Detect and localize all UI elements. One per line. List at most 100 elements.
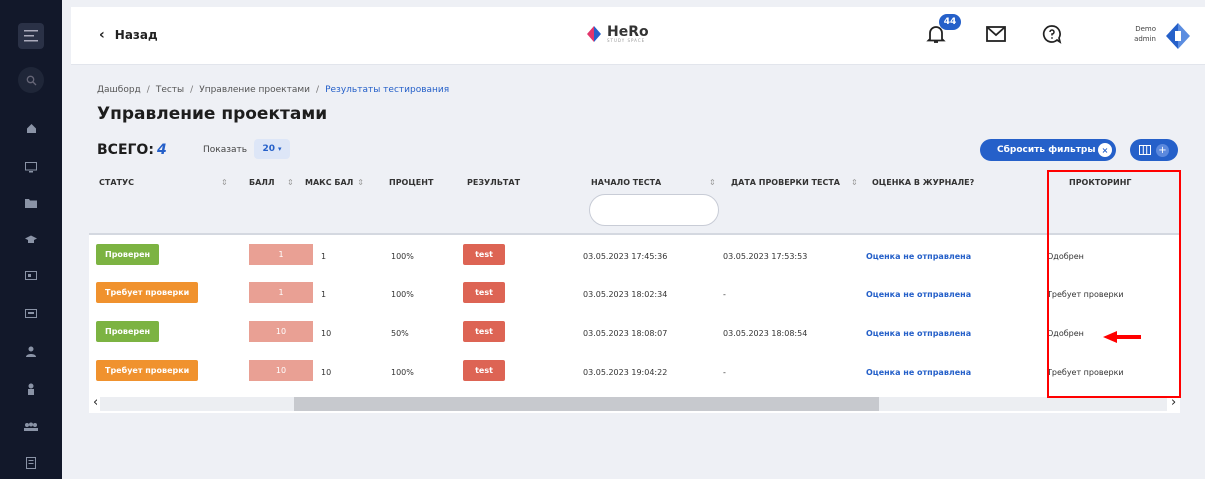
score-value: 10 bbox=[249, 321, 313, 342]
status-badge: Проверен bbox=[96, 321, 160, 342]
columns-button[interactable]: + bbox=[1130, 139, 1178, 161]
notification-badge: 44 bbox=[939, 14, 961, 30]
back-label: Назад bbox=[114, 28, 158, 42]
journal-link[interactable]: Оценка не отправлена bbox=[866, 290, 971, 299]
column-header-checked[interactable]: ДАТА ПРОВЕРКИ ТЕСТА bbox=[731, 178, 840, 187]
checked-time: 03.05.2023 18:08:54 bbox=[723, 329, 808, 338]
columns-icon bbox=[1139, 145, 1151, 155]
table-row: Требует проверки 10 10 100% test 03.05.2… bbox=[89, 354, 1180, 394]
reset-filters-button[interactable]: Сбросить фильтры × bbox=[980, 139, 1116, 161]
checked-time: 03.05.2023 17:53:53 bbox=[723, 252, 808, 261]
score-value: 1 bbox=[249, 244, 313, 265]
status-badge: Проверен bbox=[96, 244, 160, 265]
chevron-down-icon: ▾ bbox=[278, 145, 282, 153]
percent-value: 50% bbox=[391, 329, 409, 338]
search-icon[interactable] bbox=[18, 67, 44, 93]
percent-value: 100% bbox=[391, 290, 414, 299]
plus-icon: + bbox=[1156, 143, 1169, 157]
table-body: Проверен 1 1 100% test 03.05.2023 17:45:… bbox=[89, 235, 1180, 395]
percent-value: 100% bbox=[391, 368, 414, 377]
logo-name: HeRo bbox=[607, 23, 649, 40]
scroll-thumb[interactable] bbox=[294, 397, 879, 411]
max-score-value: 10 bbox=[321, 329, 332, 338]
checked-time: - bbox=[723, 290, 726, 299]
help-chat-icon bbox=[1042, 25, 1062, 44]
column-header-start[interactable]: НАЧАЛО ТЕСТА bbox=[591, 178, 661, 187]
back-button[interactable]: ‹ Назад bbox=[99, 27, 158, 43]
total-value: 4 bbox=[156, 142, 167, 158]
column-header-status[interactable]: СТАТУС bbox=[99, 178, 134, 187]
avatar[interactable] bbox=[1161, 19, 1195, 53]
column-header-percent[interactable]: ПРОЦЕНТ bbox=[389, 178, 433, 187]
menu-icon[interactable] bbox=[18, 23, 44, 49]
breadcrumb-item-tests[interactable]: Тесты bbox=[156, 85, 184, 95]
sort-icon[interactable]: ⇕ bbox=[221, 178, 228, 187]
journal-link[interactable]: Оценка не отправлена bbox=[866, 329, 971, 338]
users-icon[interactable] bbox=[19, 339, 43, 363]
screen-icon[interactable] bbox=[19, 302, 43, 326]
logo: HeRo STUDY SPACE bbox=[585, 25, 649, 43]
total-label: ВСЕГО: bbox=[97, 142, 154, 158]
start-time: 03.05.2023 18:08:07 bbox=[583, 329, 668, 338]
user-name[interactable]: Demo admin bbox=[1126, 24, 1156, 44]
result-button[interactable]: test bbox=[463, 244, 505, 265]
result-button[interactable]: test bbox=[463, 282, 505, 303]
messages-button[interactable] bbox=[983, 21, 1009, 47]
sort-icon[interactable]: ⇕ bbox=[287, 178, 294, 187]
page-title: Управление проектами bbox=[97, 104, 328, 124]
home-icon[interactable] bbox=[19, 116, 43, 140]
graduation-cap-icon[interactable] bbox=[19, 228, 43, 252]
result-button[interactable]: test bbox=[463, 321, 505, 342]
document-icon[interactable] bbox=[19, 451, 43, 475]
user-badge-icon[interactable] bbox=[19, 377, 43, 401]
table-row: Требует проверки 1 1 100% test 03.05.202… bbox=[89, 276, 1180, 316]
sort-icon[interactable]: ⇕ bbox=[851, 178, 858, 187]
column-header-max-score[interactable]: МАКС БАЛ ⇕ bbox=[305, 178, 364, 187]
help-button[interactable] bbox=[1039, 21, 1065, 47]
annotation-arrow-icon bbox=[1103, 331, 1141, 343]
table-header: СТАТУС ⇕ БАЛЛ ⇕ МАКС БАЛ ⇕ ПРОЦЕНТ РЕЗУЛЬ… bbox=[89, 168, 1180, 235]
group-icon[interactable] bbox=[19, 415, 43, 439]
folder-icon[interactable] bbox=[19, 191, 43, 215]
reset-filters-label: Сбросить фильтры bbox=[997, 145, 1096, 155]
score-value: 10 bbox=[249, 360, 313, 381]
page-size-value: 20 bbox=[262, 144, 275, 154]
sidebar bbox=[0, 0, 62, 479]
hero-logo-icon bbox=[587, 26, 601, 42]
logo-subtitle: STUDY SPACE bbox=[607, 37, 646, 43]
start-time: 03.05.2023 17:45:36 bbox=[583, 252, 668, 261]
page-size-label: Показать bbox=[203, 145, 248, 155]
breadcrumb-item-projects[interactable]: Управление проектами bbox=[199, 85, 310, 95]
user-name-line2: admin bbox=[1134, 35, 1156, 43]
column-header-result[interactable]: РЕЗУЛЬТАТ bbox=[467, 178, 520, 187]
max-score-value: 1 bbox=[321, 290, 327, 299]
breadcrumb-item-results: Результаты тестирования bbox=[325, 85, 450, 95]
status-badge: Требует проверки bbox=[96, 360, 199, 381]
result-button[interactable]: test bbox=[463, 360, 505, 381]
journal-link[interactable]: Оценка не отправлена bbox=[866, 252, 971, 261]
table-row: Проверен 10 10 50% test 03.05.2023 18:08… bbox=[89, 315, 1180, 355]
horizontal-scrollbar[interactable]: ‹ › bbox=[89, 395, 1180, 413]
breadcrumb: Дашборд / Тесты / Управление проектами / Резул… bbox=[97, 85, 450, 95]
start-date-filter-input[interactable] bbox=[589, 194, 719, 226]
notifications-button[interactable]: 44 bbox=[923, 14, 961, 47]
score-value: 1 bbox=[249, 282, 313, 303]
journal-link[interactable]: Оценка не отправлена bbox=[866, 368, 971, 377]
chevron-left-icon: ‹ bbox=[99, 27, 105, 43]
percent-value: 100% bbox=[391, 252, 414, 261]
column-header-journal[interactable]: ОЦЕНКА В ЖУРНАЛЕ? bbox=[872, 178, 974, 187]
presentation-icon[interactable] bbox=[19, 264, 43, 288]
breadcrumb-item-dashboard[interactable]: Дашборд bbox=[97, 85, 141, 95]
sort-icon[interactable]: ⇕ bbox=[357, 178, 364, 187]
top-bar: ‹ Назад HeRo STUDY SPACE 44 Demo admin bbox=[71, 7, 1205, 65]
highlight-box bbox=[1047, 170, 1181, 398]
status-badge: Требует проверки bbox=[96, 282, 199, 303]
page-size-select[interactable]: 20 ▾ bbox=[254, 139, 290, 159]
max-score-value: 10 bbox=[321, 368, 332, 377]
scroll-left-icon[interactable]: ‹ bbox=[93, 395, 98, 410]
sort-icon[interactable]: ⇕ bbox=[709, 178, 716, 187]
mail-icon bbox=[986, 26, 1006, 42]
monitor-icon[interactable] bbox=[19, 155, 43, 179]
column-header-score[interactable]: БАЛЛ bbox=[249, 178, 275, 187]
table-row: Проверен 1 1 100% test 03.05.2023 17:45:… bbox=[89, 238, 1180, 278]
